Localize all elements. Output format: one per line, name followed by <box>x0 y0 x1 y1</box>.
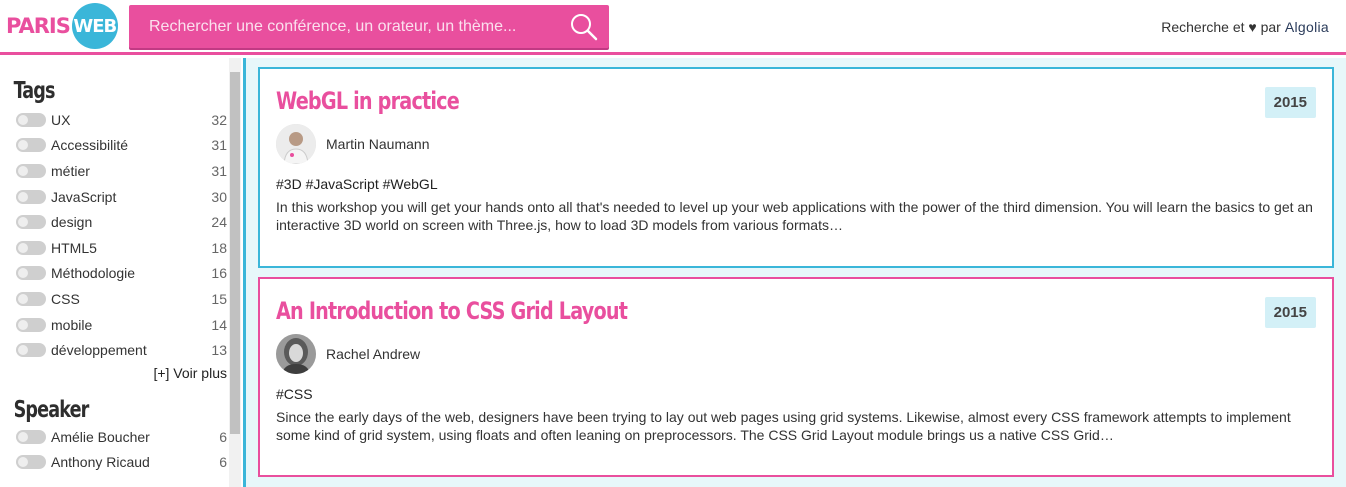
facet-count: 14 <box>211 316 227 333</box>
result-card[interactable]: WebGL in practice 2015 Martin Naumann #3… <box>258 67 1334 268</box>
speaker-facet-list: Amélie Boucher 6 Anthony Ricaud 6 <box>0 424 243 475</box>
result-title[interactable]: WebGL in practice <box>276 87 1108 115</box>
speaker-name: Rachel Andrew <box>326 346 421 362</box>
facet-label: HTML5 <box>51 239 97 256</box>
year-badge: 2015 <box>1264 297 1316 328</box>
paris-web-logo[interactable]: PARIS WEB <box>6 3 118 49</box>
tag-facet-item[interactable]: métier 31 <box>0 158 243 184</box>
header: PARIS WEB Recherche et ♥ par Algolia <box>0 0 1346 55</box>
result-tags: #CSS <box>276 386 313 402</box>
facet-label: mobile <box>51 316 93 333</box>
facet-count: 15 <box>211 290 227 307</box>
speaker-facet-item[interactable]: Anthony Ricaud 6 <box>0 450 243 476</box>
facet-label: design <box>51 214 93 231</box>
speaker-facet-title: Speaker <box>13 396 90 423</box>
facet-count: 24 <box>211 214 227 231</box>
speaker-name: Martin Naumann <box>326 136 430 152</box>
facet-count: 6 <box>219 428 227 445</box>
scrollbar-thumb[interactable] <box>230 72 240 434</box>
tag-facet-item[interactable]: développement 13 <box>0 337 243 363</box>
speaker-info: Rachel Andrew <box>276 334 1316 374</box>
toggle-switch[interactable] <box>16 163 46 178</box>
toggle-switch[interactable] <box>16 429 46 444</box>
speaker-facet-item[interactable]: Amélie Boucher 6 <box>0 424 243 450</box>
facet-label: Anthony Ricaud <box>51 454 150 471</box>
toggle-switch[interactable] <box>16 240 46 255</box>
facet-count: 31 <box>211 162 227 179</box>
tag-facet-item[interactable]: design 24 <box>0 209 243 235</box>
toggle-switch[interactable] <box>16 317 46 332</box>
facet-label: UX <box>51 111 71 128</box>
year-badge: 2015 <box>1264 87 1316 118</box>
facet-label: Amélie Boucher <box>51 428 150 445</box>
facet-count: 30 <box>211 188 227 205</box>
sidebar-scrollbar[interactable] <box>229 58 241 487</box>
result-description: Since the early days of the web, designe… <box>276 409 1291 443</box>
toggle-switch[interactable] <box>16 112 46 127</box>
tags-facet-list: UX 32 Accessibilité 31 métier 31 JavaScript… <box>0 107 243 363</box>
search-bar <box>129 5 609 48</box>
result-tags: #3D #JavaScript #WebGL <box>276 176 438 192</box>
result-description: In this workshop you will get your hands… <box>276 199 1313 233</box>
tag-facet-item[interactable]: mobile 14 <box>0 312 243 338</box>
tags-facet-title: Tags <box>13 78 56 104</box>
results-panel: WebGL in practice 2015 Martin Naumann #3… <box>243 58 1346 487</box>
facet-label: métier <box>51 162 90 179</box>
search-credit: Recherche et ♥ par Algolia <box>1161 19 1329 35</box>
search-icon[interactable] <box>569 12 599 42</box>
show-more-tags-link[interactable]: [+] Voir plus <box>0 365 243 381</box>
facet-count: 16 <box>211 265 227 282</box>
sidebar-facets: Tags UX 32 Accessibilité 31 métier 31 JavaS… <box>0 58 243 487</box>
toggle-switch[interactable] <box>16 138 46 153</box>
logo-web-circle: WEB <box>71 3 118 49</box>
tag-facet-item[interactable]: HTML5 18 <box>0 235 243 261</box>
toggle-switch[interactable] <box>16 189 46 204</box>
facet-label: Méthodologie <box>51 265 136 282</box>
facet-count: 13 <box>211 342 227 359</box>
algolia-logo[interactable]: Algolia <box>1285 19 1329 35</box>
result-card[interactable]: An Introduction to CSS Grid Layout 2015 … <box>258 277 1334 477</box>
tag-facet-item[interactable]: JavaScript 30 <box>0 184 243 210</box>
tag-facet-item[interactable]: CSS 15 <box>0 286 243 312</box>
toggle-switch[interactable] <box>16 343 46 358</box>
speaker-avatar <box>276 124 316 164</box>
search-input[interactable] <box>129 5 559 48</box>
logo-paris-text: PARIS <box>6 14 71 38</box>
tag-facet-item[interactable]: Accessibilité 31 <box>0 133 243 159</box>
toggle-switch[interactable] <box>16 266 46 281</box>
facet-count: 18 <box>211 239 227 256</box>
toggle-switch[interactable] <box>16 455 46 470</box>
facet-label: JavaScript <box>51 188 117 205</box>
facet-count: 32 <box>211 111 227 128</box>
toggle-switch[interactable] <box>16 291 46 306</box>
facet-count: 31 <box>211 137 227 154</box>
facet-label: développement <box>51 342 147 359</box>
tag-facet-item[interactable]: UX 32 <box>0 107 243 133</box>
facet-count: 6 <box>219 454 227 471</box>
toggle-switch[interactable] <box>16 215 46 230</box>
facet-label: CSS <box>51 290 80 307</box>
speaker-info: Martin Naumann <box>276 124 1316 164</box>
tag-facet-item[interactable]: Méthodologie 16 <box>0 261 243 287</box>
facet-label: Accessibilité <box>51 137 129 154</box>
credit-text: Recherche et ♥ par <box>1161 19 1281 35</box>
result-title[interactable]: An Introduction to CSS Grid Layout <box>276 297 1108 325</box>
speaker-avatar <box>276 334 316 374</box>
